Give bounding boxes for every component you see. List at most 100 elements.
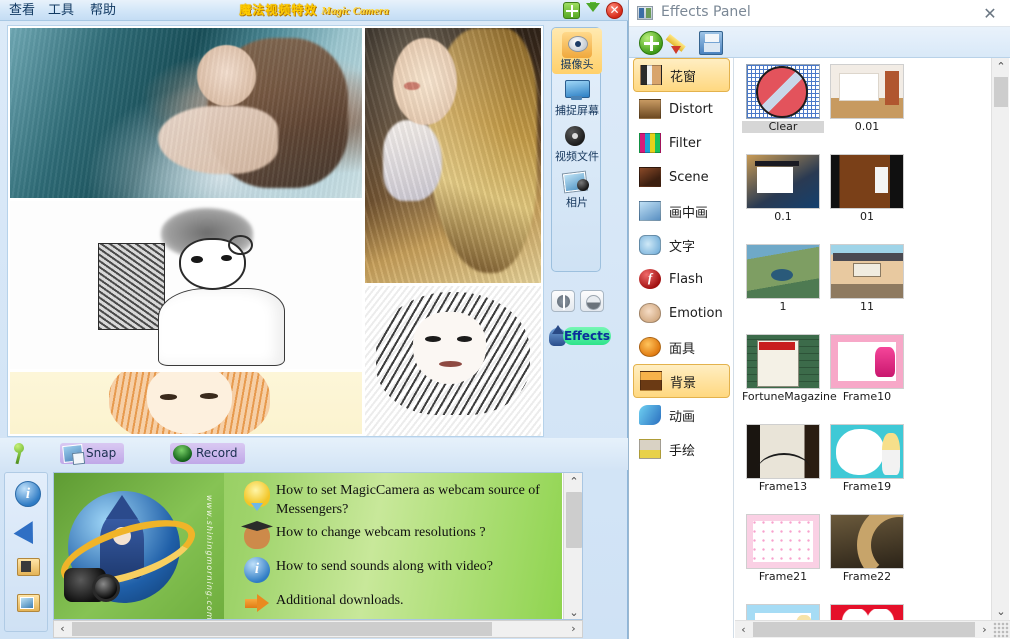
effect-thumbnail-label: Frame10 [842,390,892,403]
snap-button[interactable]: Snap [60,443,125,464]
scrollbar-thumb[interactable] [72,622,492,636]
scroll-up-icon[interactable]: ⌃ [992,58,1010,75]
effect-thumbnail[interactable]: FortuneMagazine [742,332,837,422]
split-view-button[interactable] [551,290,575,312]
effects-panel-icon [637,6,653,20]
effects-category-11[interactable]: 动画 [633,398,730,432]
preview-pencil-eye [424,335,441,342]
menu-view[interactable]: 查看 [5,2,39,19]
effect-thumbnail-art [831,155,903,208]
source-item-capture-screen[interactable]: 捕捉屏幕 [552,74,602,120]
effect-thumbnail[interactable]: 1 [742,242,824,332]
effects-category-8[interactable]: Emotion [633,296,730,330]
minimize-arrow-icon [586,3,600,12]
video-preview[interactable] [7,25,544,437]
effects-category-label: 花窗 [670,69,697,85]
effect-thumbnail[interactable]: 0.1 [742,152,824,242]
effect-thumbnail-label: Clear [742,121,824,133]
scroll-down-icon[interactable]: ⌄ [564,604,582,619]
menu-tools[interactable]: 工具 [44,2,78,19]
close-icon[interactable]: ✕ [979,4,1001,24]
effect-thumbnail-label: Frame19 [842,480,892,493]
menu-bar: 查看 工具 帮助 魔法视频特效 Magic Camera ✕ [0,0,628,21]
graduation-cap-icon [244,523,270,549]
effects-category-label: Filter [669,135,702,151]
scrollbar-thumb[interactable] [994,77,1008,107]
effects-category-2[interactable]: Distort [633,92,730,126]
edit-effect-button[interactable] [669,31,693,55]
effect-thumbnail[interactable]: Frame13 [742,422,824,512]
scroll-left-icon[interactable]: ‹ [735,621,752,638]
promo-horizontal-scrollbar[interactable]: ‹ › [53,620,583,638]
effects-category-label: 背景 [670,375,697,391]
effects-category-4[interactable]: Scene [633,160,730,194]
minimize-window-button[interactable] [585,2,602,19]
help-item[interactable]: How to change webcam resolutions ? [236,523,556,553]
effect-thumbnail[interactable]: Frame29 [826,602,908,620]
effects-thumbnail-area[interactable]: Clear 0.01 0.1 01 1 11 FortuneMagazine Frame10 F… [735,58,1010,620]
effect-thumbnail[interactable]: Frame19 [826,422,908,512]
save-effect-button[interactable] [699,31,723,55]
effect-thumbnail-image [746,244,820,299]
source-item-photo[interactable]: 相片 [552,166,602,212]
scroll-right-icon[interactable]: › [976,621,993,638]
effects-category-3[interactable]: Filter [633,126,730,160]
scrollbar-thumb[interactable] [566,492,582,548]
effects-vertical-scrollbar[interactable]: ⌃ ⌄ [991,58,1009,620]
preview-crayon-eye [159,394,178,400]
effect-thumbnail[interactable]: Frame22 [826,512,908,602]
source-item-video-file[interactable]: 视频文件 [552,120,602,166]
effect-thumbnail-image [746,514,820,569]
promo-vertical-scrollbar[interactable]: ⌃ ⌄ [563,473,582,619]
scroll-right-icon[interactable]: › [565,621,582,637]
source-item-webcam[interactable]: 摄像头 [552,28,602,74]
folder-icon[interactable] [15,553,41,579]
effects-category-label: Flash [669,271,704,287]
help-item-label[interactable]: How to send sounds along with video? [276,559,493,574]
help-item-label[interactable]: How to change webcam resolutions ? [276,525,486,540]
picture-in-picture-icon [639,201,661,221]
add-effect-button[interactable] [639,31,663,55]
scroll-up-icon[interactable]: ⌃ [564,473,582,490]
effects-category-5[interactable]: 画中画 [633,194,730,228]
effect-thumbnail-art [831,65,903,118]
record-button[interactable]: Record [170,443,246,464]
scrollbar-thumb[interactable] [753,622,975,637]
help-item[interactable]: Additional downloads. [236,591,556,619]
effects-category-10[interactable]: 背景 [633,364,730,398]
effects-category-9[interactable]: 面具 [633,330,730,364]
effects-category-12[interactable]: 手绘 [633,432,730,466]
preview-tile-painterly-teal [10,28,362,198]
effects-horizontal-scrollbar[interactable]: ‹ › [735,620,1010,638]
help-item[interactable]: i How to send sounds along with video? [236,557,556,587]
resize-grip[interactable] [993,622,1009,638]
effect-thumbnail[interactable]: Frame10 [826,332,908,422]
pin-icon[interactable] [8,443,30,465]
app-title-en: Magic Camera [321,5,389,17]
menu-help[interactable]: 帮助 [86,2,120,19]
help-item-label[interactable]: How to set MagicCamera as webcam source … [276,483,540,517]
wizard-hat-icon[interactable] [15,517,41,543]
restore-window-button[interactable] [563,2,580,19]
effect-thumbnail[interactable]: 01 [826,152,908,242]
effects-category-7[interactable]: f Flash [633,262,730,296]
help-item-label[interactable]: Additional downloads. [276,593,404,608]
scroll-left-icon[interactable]: ‹ [54,621,71,637]
effect-thumbnail[interactable]: Clear [742,62,824,152]
effect-thumbnail[interactable]: 11 [826,242,908,332]
help-item[interactable]: How to set MagicCamera as webcam source … [236,481,556,519]
folder-photo-icon[interactable] [15,589,41,615]
effect-thumbnail[interactable]: Frame28 [742,602,824,620]
background-icon [640,371,662,391]
close-window-button[interactable]: ✕ [606,2,623,19]
effects-category-6[interactable]: 文字 [633,228,730,262]
effect-thumbnail[interactable]: Frame21 [742,512,824,602]
info-icon[interactable]: i [15,481,41,507]
effect-thumbnail[interactable]: 0.01 [826,62,908,152]
effect-thumbnail-art [747,335,819,388]
half-tone-button[interactable] [580,290,604,312]
scroll-down-icon[interactable]: ⌄ [992,603,1010,620]
effects-category-1[interactable]: 花窗 [633,58,730,92]
effects-category-label: Emotion [669,305,723,321]
effects-toggle-button[interactable]: Effects [549,325,611,347]
